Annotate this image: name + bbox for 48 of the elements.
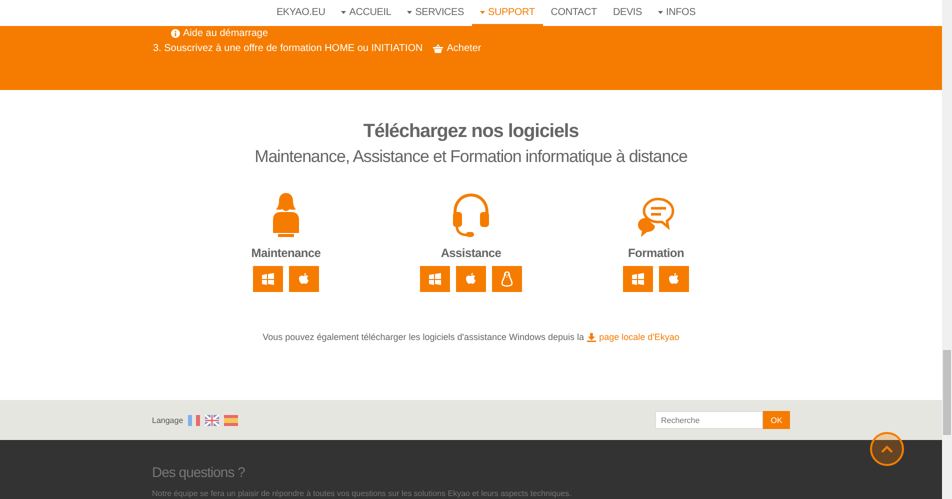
footer-text: Notre équipe se fera un plaisir de répondre à toutes vos questions sur les solutions Ekyao et leurs aspects techniques.	[152, 489, 572, 498]
nav-link[interactable]: SERVICES	[399, 0, 472, 24]
windows-icon	[261, 272, 275, 286]
product-name: Assistance	[440, 246, 502, 260]
search-field[interactable]: Recherche	[655, 411, 763, 429]
flag-icon[interactable]	[224, 414, 238, 426]
product-name: Formation	[628, 246, 684, 260]
language-label: Langage	[152, 416, 184, 424]
nav-link[interactable]: ACCUEIL	[333, 0, 400, 24]
download-button[interactable]	[659, 266, 689, 292]
download-button[interactable]	[623, 266, 653, 292]
download-button[interactable]	[289, 266, 319, 292]
apple-icon	[667, 272, 681, 286]
section-title: Téléchargez nos logiciels	[363, 121, 579, 143]
download-button[interactable]	[492, 266, 522, 292]
nav-link[interactable]: CONTACT	[542, 0, 605, 24]
caret-icon	[480, 10, 485, 14]
nav-link[interactable]: DEVIS	[604, 0, 650, 24]
flag-icon[interactable]	[205, 414, 220, 426]
step-text: 3. Souscrivez à une offre de formation HOME ou INITIATION	[153, 42, 423, 54]
scroll-top-button[interactable]	[870, 432, 904, 466]
download-icon	[587, 332, 596, 342]
penguin-icon	[500, 271, 514, 287]
headset-icon	[451, 192, 491, 238]
footer-title: Des questions ?	[152, 464, 246, 480]
basket-icon	[432, 44, 443, 52]
download-button[interactable]	[420, 266, 450, 292]
nav-link[interactable]: EKYAO.EU	[268, 0, 334, 24]
windows-icon	[428, 272, 442, 286]
caret-icon	[407, 10, 412, 14]
apple-icon	[297, 272, 311, 286]
info-icon	[171, 28, 180, 38]
caret-icon	[341, 10, 346, 14]
download-button[interactable]	[253, 266, 283, 292]
scrollbar-thumb[interactable]	[943, 350, 951, 435]
note-text: Vous pouvez également télécharger les logiciels d'assistance Windows depuis la	[262, 332, 584, 342]
person-laptop-icon	[271, 192, 301, 238]
nav-link[interactable]: INFOS	[650, 0, 704, 24]
product-name: Maintenance	[251, 246, 321, 260]
windows-icon	[631, 272, 645, 286]
chevron-up-icon	[881, 445, 893, 453]
chat-bubbles-icon	[636, 196, 676, 238]
download-button[interactable]	[456, 266, 486, 292]
section-subtitle: Maintenance, Assistance et Formation informatique à distance	[254, 147, 688, 167]
scrollbar[interactable]	[942, 0, 952, 499]
caret-icon	[658, 10, 663, 14]
apple-icon	[464, 272, 478, 286]
flag-icon[interactable]	[188, 414, 200, 426]
